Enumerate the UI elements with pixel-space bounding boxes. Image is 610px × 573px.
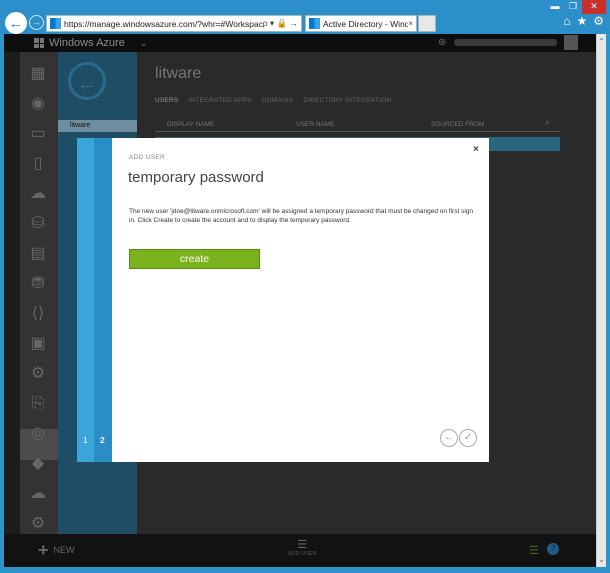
avatar[interactable]	[564, 35, 578, 50]
star-icon[interactable]: ★	[576, 14, 587, 28]
search-icon[interactable]: ⌕	[545, 118, 549, 128]
column-user-name[interactable]: USER NAME	[296, 121, 335, 128]
dialog-body-text: The new user 'jdoe@litware.onmicrosoft.c…	[129, 208, 473, 224]
scroll-up-icon[interactable]: ⌃	[597, 34, 606, 50]
minimize-icon[interactable]: ▬	[546, 0, 564, 14]
help-icon[interactable]: ?	[547, 543, 559, 555]
service-bus-icon[interactable]: ▣	[27, 333, 49, 355]
window-controls: ▬ ❐ ✕	[546, 0, 606, 14]
plus-icon: +	[38, 540, 49, 560]
complete-check-icon[interactable]: ✓	[459, 429, 477, 447]
account-name[interactable]	[454, 39, 557, 46]
column-sourced-from[interactable]: SOURCED FROM	[431, 121, 484, 128]
all-items-icon[interactable]: ▦	[27, 63, 49, 85]
column-display-name[interactable]: DISPLAY NAME	[167, 121, 214, 128]
settings-icon[interactable]: ⚙	[27, 513, 49, 535]
visual-studio-online-icon[interactable]: ⚙	[27, 363, 49, 385]
page-scrollbar[interactable]: ⌃ ⌄	[596, 34, 606, 567]
addons-icon[interactable]: ☁	[27, 483, 49, 505]
cache-icon[interactable]: ⎘	[27, 393, 49, 415]
progress-list-icon[interactable]: ☰	[529, 544, 539, 557]
dialog-title: temporary password	[128, 169, 264, 186]
scroll-down-icon[interactable]: ⌄	[597, 553, 606, 567]
browser-tab[interactable]: Active Directory - Windows... ×	[305, 15, 417, 32]
active-directory-icon[interactable]: ◆	[27, 453, 49, 475]
tab-directory-integration[interactable]: DIRECTORY INTEGRATION	[303, 97, 391, 104]
address-tools[interactable]: ρ ▾ 🔒 →	[263, 18, 301, 29]
new-tab-button[interactable]	[418, 15, 436, 32]
directory-title: litware	[155, 65, 202, 82]
wizard-steps: 1 2	[77, 138, 112, 462]
users-table-header: DISPLAY NAME USER NAME SOURCED FROM	[155, 119, 560, 132]
chevron-down-icon[interactable]: ⌄	[140, 38, 148, 49]
tab-users[interactable]: USERS	[155, 97, 178, 104]
tab-domains[interactable]: DOMAINS	[262, 97, 294, 104]
portal-topbar: Windows Azure ⌄ ⊕	[4, 34, 596, 52]
directory-tabs: USERS INTEGRATED APPS DOMAINS DIRECTORY …	[155, 97, 391, 104]
wizard-step-1-bar	[77, 138, 94, 462]
windows-logo-icon	[309, 18, 320, 29]
forward-arrow-icon[interactable]: →	[29, 15, 44, 30]
browser-chrome: ▬ ❐ ✕ ← → https://manage.windowsazure.co…	[0, 0, 610, 34]
web-sites-icon[interactable]: ◉	[27, 93, 49, 115]
recovery-services-icon[interactable]: ◎	[27, 423, 49, 445]
tab-integrated-apps[interactable]: INTEGRATED APPS	[188, 97, 251, 104]
windows-logo-icon	[50, 18, 61, 29]
new-button[interactable]: + NEW	[38, 540, 75, 560]
address-bar[interactable]: https://manage.windowsazure.com/?whr=#Wo…	[46, 15, 302, 32]
wizard-step-2-bar	[94, 138, 112, 462]
dialog-kicker: ADD USER	[129, 154, 165, 161]
close-icon[interactable]: ✕	[582, 0, 606, 14]
virtual-machines-icon[interactable]: ▭	[27, 123, 49, 145]
back-arrow-icon[interactable]: ←	[68, 62, 106, 100]
add-user-icon: ☰	[297, 539, 308, 551]
wizard-step-2[interactable]: 2	[100, 435, 105, 445]
hdinsight-icon[interactable]: ⛃	[27, 273, 49, 295]
gear-icon[interactable]: ⚙	[593, 14, 604, 28]
cloud-services-icon[interactable]: ☁	[27, 183, 49, 205]
maximize-icon[interactable]: ❐	[564, 0, 582, 14]
media-services-icon[interactable]: ⟨⟩	[27, 303, 49, 325]
storage-icon[interactable]: ▤	[27, 243, 49, 265]
home-icon[interactable]: ⌂	[563, 14, 570, 28]
add-user-button[interactable]: ☰ ADD USER	[288, 539, 317, 558]
create-button[interactable]: create	[129, 249, 260, 269]
add-user-dialog: 1 2 × ADD USER temporary password The ne…	[77, 138, 489, 462]
globe-icon[interactable]: ⊕	[438, 37, 446, 48]
sql-databases-icon[interactable]: ⛁	[27, 213, 49, 235]
back-arrow-icon[interactable]: ←	[5, 12, 27, 34]
previous-arrow-icon[interactable]: ←	[440, 429, 458, 447]
browser-toolbar-icons: ⌂ ★ ⚙	[563, 14, 604, 28]
command-bar: + NEW ☰ ADD USER ☰ ?	[4, 534, 596, 567]
service-nav: ▦ ◉ ▭ ▯ ☁ ⛁ ▤ ⛃ ⟨⟩ ▣ ⚙ ⎘ ◎ ◆ ☁ ⚙	[20, 52, 58, 534]
wizard-step-1[interactable]: 1	[83, 435, 88, 445]
mobile-services-icon[interactable]: ▯	[27, 153, 49, 175]
windows-logo-icon	[34, 38, 44, 48]
tab-title: Active Directory - Windows...	[323, 18, 409, 29]
add-user-label: ADD USER	[288, 551, 317, 557]
address-url[interactable]: https://manage.windowsazure.com/?whr=#Wo…	[64, 19, 263, 29]
tab-close-icon[interactable]: ×	[408, 19, 416, 28]
portal-brand[interactable]: Windows Azure ⌄	[34, 37, 147, 49]
sidebar-item-litware[interactable]: litware	[58, 120, 137, 132]
new-label: NEW	[53, 545, 75, 555]
dialog-close-icon[interactable]: ×	[473, 144, 479, 155]
brand-label: Windows Azure	[49, 37, 125, 49]
